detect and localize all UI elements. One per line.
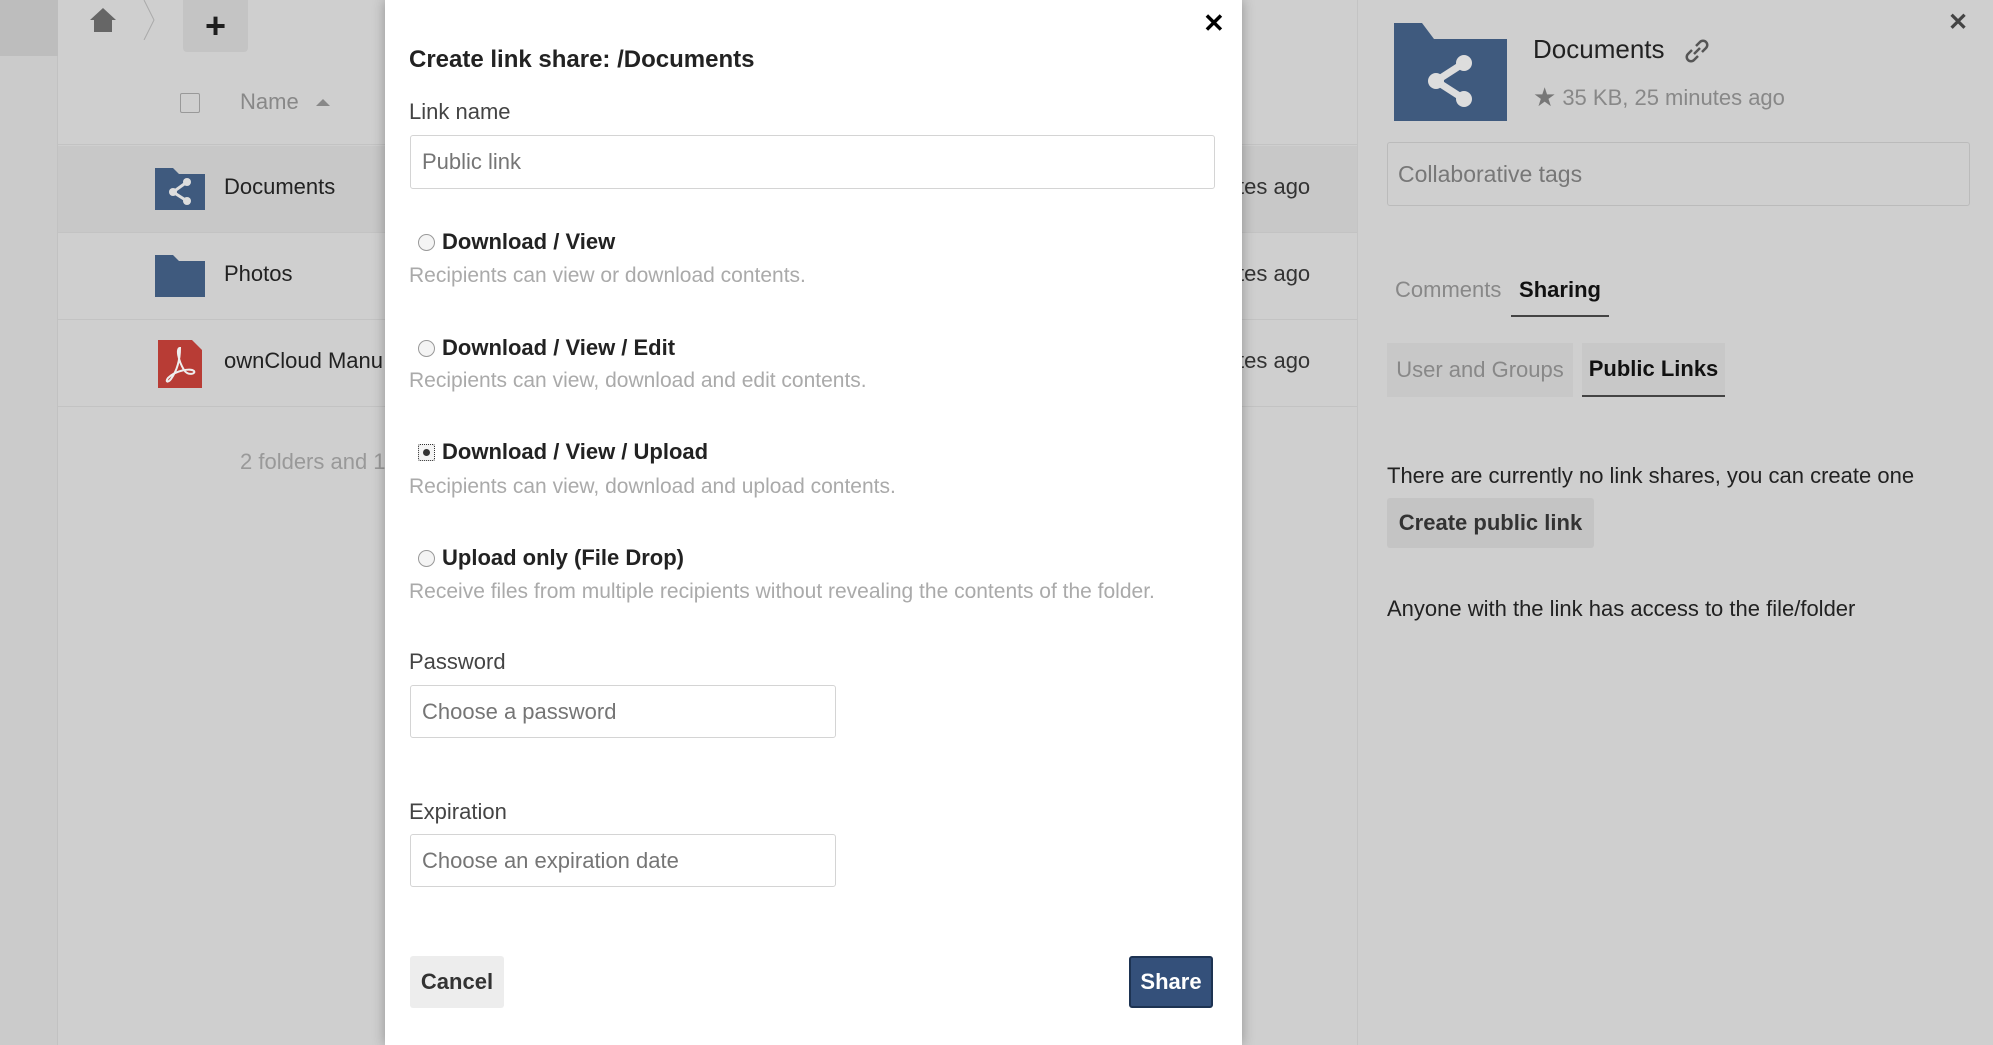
close-sidebar-button[interactable]: ✕: [1948, 8, 1968, 37]
permission-option-download-view[interactable]: Download / View: [418, 229, 615, 255]
home-icon[interactable]: [88, 6, 118, 34]
radio-button-selected[interactable]: [418, 443, 435, 461]
file-name[interactable]: ownCloud Manu: [224, 348, 383, 374]
permission-option-download-view-upload[interactable]: Download / View / Upload: [418, 439, 708, 465]
name-column-header[interactable]: Name: [240, 89, 299, 115]
link-icon[interactable]: [1684, 38, 1710, 64]
expiration-date-input[interactable]: [410, 834, 836, 887]
tab-comments[interactable]: Comments: [1395, 277, 1501, 303]
share-button[interactable]: Share: [1129, 956, 1213, 1008]
sort-ascending-icon: [316, 99, 330, 106]
favorite-star-icon[interactable]: ★: [1533, 82, 1556, 113]
radio-button[interactable]: [418, 339, 435, 357]
permission-option-upload-only[interactable]: Upload only (File Drop): [418, 545, 684, 571]
file-modified: tes ago: [1238, 174, 1311, 199]
collaborative-tags-input[interactable]: Collaborative tags: [1387, 142, 1970, 206]
create-link-share-dialog: ✕ Create link share: /Documents Link nam…: [385, 0, 1242, 1045]
breadcrumb-separator-icon: [143, 0, 155, 40]
radio-button[interactable]: [418, 233, 435, 251]
no-shares-message: There are currently no link shares, you …: [1387, 463, 1915, 488]
tab-sharing[interactable]: Sharing: [1511, 277, 1609, 317]
cancel-button[interactable]: Cancel: [410, 956, 504, 1008]
subtab-user-and-groups[interactable]: User and Groups: [1387, 343, 1573, 397]
link-name-input[interactable]: [410, 135, 1215, 189]
details-sidebar: Documents ★ 35 KB, 25 minutes ago ✕ Colla…: [1357, 0, 1993, 1045]
file-size-modified: 35 KB, 25 minutes ago: [1562, 84, 1785, 110]
pdf-icon: [158, 340, 202, 388]
file-name[interactable]: Photos: [224, 261, 293, 287]
file-modified: tes ago: [1238, 348, 1311, 373]
folder-icon: [155, 255, 205, 297]
shared-folder-icon: [155, 168, 205, 210]
option-description: Recipients can view, download and edit c…: [409, 369, 867, 392]
permission-option-download-view-edit[interactable]: Download / View / Edit: [418, 335, 675, 361]
option-description: Recipients can view, download and upload…: [409, 475, 896, 498]
new-button[interactable]: +: [183, 0, 248, 52]
access-note: Anyone with the link has access to the f…: [1387, 596, 1856, 621]
sidebar-title: Documents: [1533, 34, 1665, 64]
select-all-checkbox[interactable]: [180, 93, 200, 113]
file-modified: tes ago: [1238, 261, 1311, 286]
dialog-title: Create link share: /Documents: [409, 46, 755, 73]
option-label: Download / View / Upload: [442, 439, 709, 464]
create-public-link-button[interactable]: Create public link: [1387, 498, 1594, 548]
file-summary: 2 folders and 1: [240, 449, 386, 474]
option-label: Download / View: [442, 229, 616, 254]
option-description: Receive files from multiple recipients w…: [409, 580, 1155, 603]
subtab-public-links[interactable]: Public Links: [1582, 343, 1725, 397]
option-label: Download / View / Edit: [442, 335, 676, 360]
link-name-label: Link name: [409, 99, 511, 124]
password-label: Password: [409, 649, 506, 674]
option-description: Recipients can view or download contents…: [409, 264, 806, 287]
file-name[interactable]: Documents: [224, 174, 335, 200]
nav-active-item[interactable]: [0, 0, 58, 56]
password-input[interactable]: [410, 685, 836, 738]
expiration-label: Expiration: [409, 799, 507, 824]
close-dialog-button[interactable]: ✕: [1203, 8, 1225, 39]
sidebar-meta: ★ 35 KB, 25 minutes ago: [1533, 82, 1785, 113]
option-label: Upload only (File Drop): [442, 545, 684, 570]
shared-folder-icon: [1394, 23, 1507, 121]
radio-button[interactable]: [418, 549, 435, 567]
app-navigation: [0, 0, 58, 1045]
